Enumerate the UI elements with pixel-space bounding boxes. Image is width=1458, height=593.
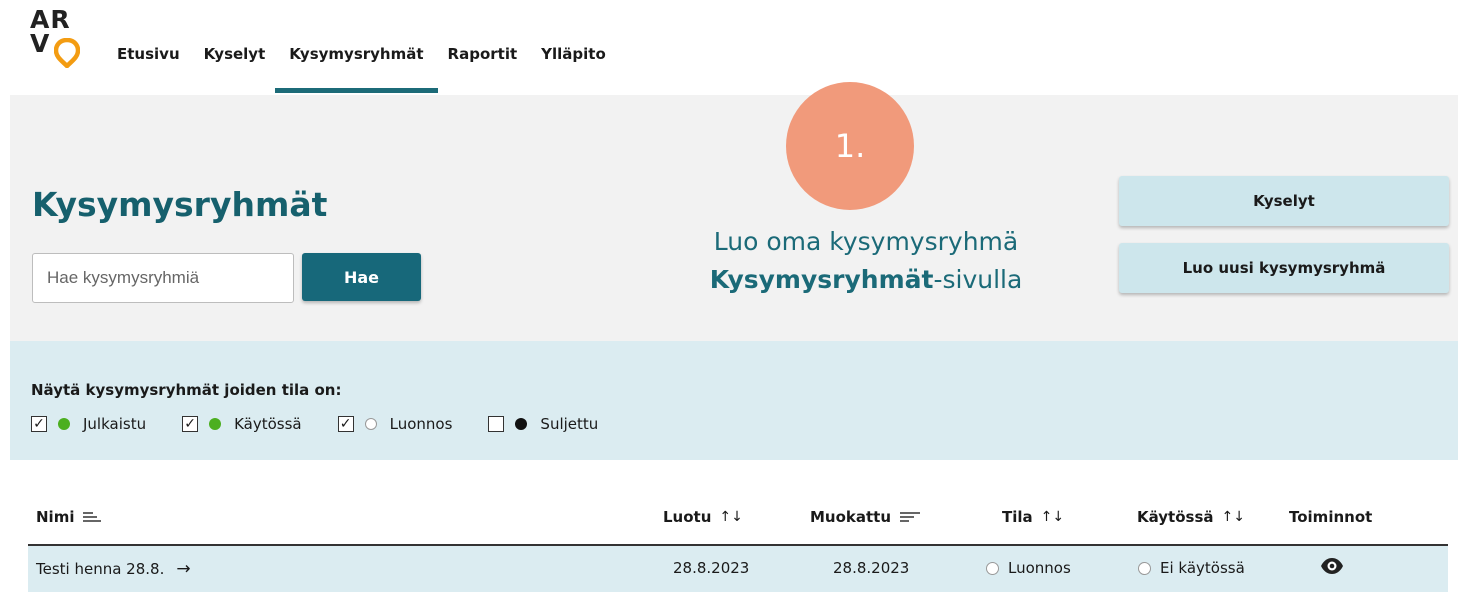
- page-header-panel: Kysymysryhmät Hae 1. Luo oma kysymysryhm…: [10, 82, 1458, 341]
- filter-title: Näytä kysymysryhmät joiden tila on:: [31, 381, 342, 399]
- column-label: Toiminnot: [1289, 508, 1373, 526]
- cell-created: 28.8.2023: [673, 559, 750, 577]
- status-label: Luonnos: [1008, 559, 1071, 577]
- status-dot-empty: [364, 418, 377, 430]
- nav-etusivu[interactable]: Etusivu: [117, 45, 180, 93]
- status-dot-green: [58, 418, 70, 430]
- view-eye-icon[interactable]: [1320, 557, 1344, 575]
- checkbox-kaytossa[interactable]: ✓: [182, 416, 199, 432]
- arvo-logo[interactable]: AR V: [30, 7, 80, 70]
- status-dot-green: [209, 418, 222, 430]
- status-dot-empty: [986, 561, 999, 575]
- filter-options: ✓ Julkaistu ✓ Käytössä ✓ Luonnos Suljett…: [31, 415, 634, 433]
- column-header-modified[interactable]: Muokattu: [810, 508, 921, 526]
- checkbox-suljettu[interactable]: [488, 416, 505, 432]
- column-label: Nimi: [36, 508, 75, 526]
- instruction-line-1: Luo oma kysymysryhmä: [713, 227, 1019, 256]
- nav-yllapito[interactable]: Ylläpito: [541, 45, 606, 93]
- in-use-label: Ei käytössä: [1160, 559, 1245, 577]
- instruction-bold: Kysymysryhmät: [709, 265, 934, 294]
- create-question-group-button[interactable]: Luo uusi kysymysryhmä: [1119, 243, 1449, 293]
- column-label: Tila: [1002, 508, 1033, 526]
- filter-suljettu[interactable]: Suljettu: [488, 415, 598, 433]
- instruction-callout: Luo oma kysymysryhmä Kysymysryhmät-sivul…: [686, 223, 1046, 299]
- filter-label: Luonnos: [389, 415, 453, 433]
- column-header-status[interactable]: Tila ↑↓: [1002, 508, 1064, 526]
- table-header: Nimi Luotu ↑↓ Muokattu Tila ↑↓ Käytössä …: [28, 500, 1448, 546]
- table-row[interactable]: Testi henna 28.8. → 28.8.2023 28.8.2023 …: [28, 546, 1448, 592]
- cell-name[interactable]: Testi henna 28.8. →: [36, 559, 191, 579]
- question-groups-table: Nimi Luotu ↑↓ Muokattu Tila ↑↓ Käytössä …: [28, 500, 1448, 592]
- column-label: Käytössä: [1137, 508, 1214, 526]
- column-header-actions: Toiminnot: [1289, 508, 1372, 526]
- filter-julkaistu[interactable]: ✓ Julkaistu: [31, 415, 146, 433]
- cell-in-use: Ei käytössä: [1138, 559, 1245, 577]
- sort-both-icon: ↑↓: [719, 509, 743, 525]
- column-label: Luotu: [663, 508, 712, 526]
- kyselyt-button[interactable]: Kyselyt: [1119, 176, 1449, 226]
- arrow-right-icon: →: [176, 559, 191, 579]
- search-button[interactable]: Hae: [302, 253, 421, 301]
- nav-kysymysryhmat[interactable]: Kysymysryhmät: [275, 45, 438, 93]
- checkbox-luonnos[interactable]: ✓: [337, 416, 354, 432]
- column-header-in-use[interactable]: Käytössä ↑↓: [1137, 508, 1245, 526]
- logo-pin-icon: [54, 38, 80, 68]
- sort-both-icon: ↑↓: [1040, 509, 1065, 525]
- nav-raportit[interactable]: Raportit: [448, 45, 518, 93]
- column-header-name[interactable]: Nimi: [36, 508, 102, 526]
- sort-both-icon: ↑↓: [1221, 509, 1245, 525]
- cell-modified: 28.8.2023: [833, 559, 910, 577]
- filter-kaytossa[interactable]: ✓ Käytössä: [182, 415, 302, 433]
- page-title: Kysymysryhmät: [32, 185, 328, 224]
- filter-luonnos[interactable]: ✓ Luonnos: [337, 415, 453, 433]
- main-nav: Etusivu Kyselyt Kysymysryhmät Raportit Y…: [117, 45, 630, 93]
- column-label: Muokattu: [810, 508, 892, 526]
- checkbox-julkaistu[interactable]: ✓: [31, 416, 47, 432]
- instruction-line-2: Kysymysryhmät-sivulla: [686, 261, 1046, 299]
- status-dot-empty: [1138, 561, 1151, 575]
- sort-desc-icon: [83, 512, 102, 522]
- sort-desc-icon: [900, 512, 921, 522]
- nav-kyselyt[interactable]: Kyselyt: [204, 45, 266, 93]
- top-header: AR V Etusivu Kyselyt Kysymysryhmät Rapor…: [0, 0, 1458, 93]
- filter-label: Käytössä: [234, 415, 302, 433]
- search-input[interactable]: [32, 253, 294, 303]
- column-header-created[interactable]: Luotu ↑↓: [663, 508, 743, 526]
- filter-label: Suljettu: [540, 415, 599, 433]
- status-dot-black: [515, 418, 528, 430]
- instruction-rest: -sivulla: [933, 265, 1023, 294]
- step-number-badge: 1.: [786, 82, 914, 210]
- cell-status: Luonnos: [986, 559, 1071, 577]
- row-name-link[interactable]: Testi henna 28.8.: [36, 560, 164, 578]
- filter-label: Julkaistu: [83, 415, 147, 433]
- status-filter-panel: Näytä kysymysryhmät joiden tila on: ✓ Ju…: [10, 341, 1458, 460]
